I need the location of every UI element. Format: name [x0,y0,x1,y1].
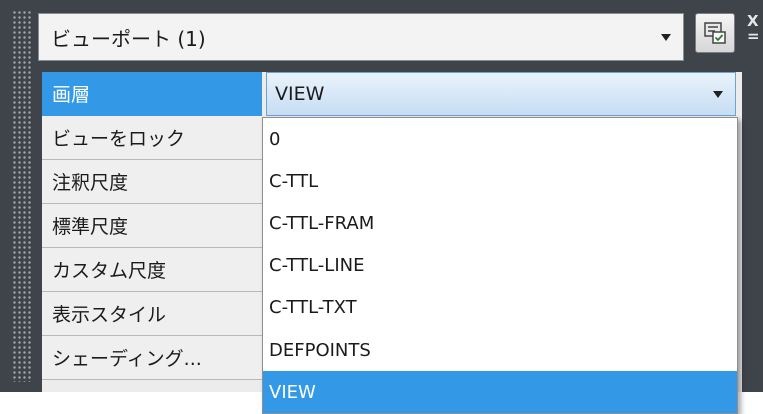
side-label-bottom: = [747,27,760,45]
layer-value-dropdown[interactable]: VIEW [266,72,736,116]
property-label: ビューをロック [52,128,186,150]
quick-select-icon [704,22,726,44]
side-label: X = [747,14,760,44]
property-row-lock-view[interactable]: ビューをロック [42,116,262,160]
viewport-selector-label: ビューポート (1) [51,26,206,51]
property-label: シェーディング... [52,348,202,370]
quick-select-button[interactable] [695,13,735,53]
property-label: 表示スタイル [52,304,167,326]
panel-grip-handle[interactable] [12,10,32,382]
layer-option[interactable]: C-TTL-LINE [263,245,737,287]
chevron-down-icon [713,90,723,98]
layer-options-list: 0 C-TTL C-TTL-FRAM C-TTL-LINE C-TTL-TXT … [262,117,738,414]
property-label: 注釈尺度 [52,172,129,194]
layer-option[interactable]: C-TTL-TXT [263,287,737,329]
layer-option[interactable]: DEFPOINTS [263,329,737,371]
layer-option-highlighted[interactable]: VIEW [263,371,737,413]
layer-option[interactable]: C-TTL-FRAM [263,202,737,244]
property-row-annotation-scale[interactable]: 注釈尺度 [42,160,262,204]
property-row-shading[interactable]: シェーディング... [42,336,262,380]
layer-option[interactable]: C-TTL [263,160,737,202]
layer-option[interactable]: 0 [263,118,737,160]
property-row-custom-scale[interactable]: カスタム尺度 [42,248,262,292]
property-label: カスタム尺度 [52,260,167,282]
property-row-standard-scale[interactable]: 標準尺度 [42,204,262,248]
property-label: 標準尺度 [52,216,129,238]
property-row-visual-style[interactable]: 表示スタイル [42,292,262,336]
viewport-selector-dropdown[interactable]: ビューポート (1) [38,13,684,61]
property-label: 画層 [52,84,91,106]
property-labels: 画層 ビューをロック 注釈尺度 標準尺度 カスタム尺度 表示スタイル シェーディ… [42,72,262,392]
property-row-layer[interactable]: 画層 [42,72,262,116]
layer-value: VIEW [275,83,325,105]
chevron-down-icon [661,33,671,41]
